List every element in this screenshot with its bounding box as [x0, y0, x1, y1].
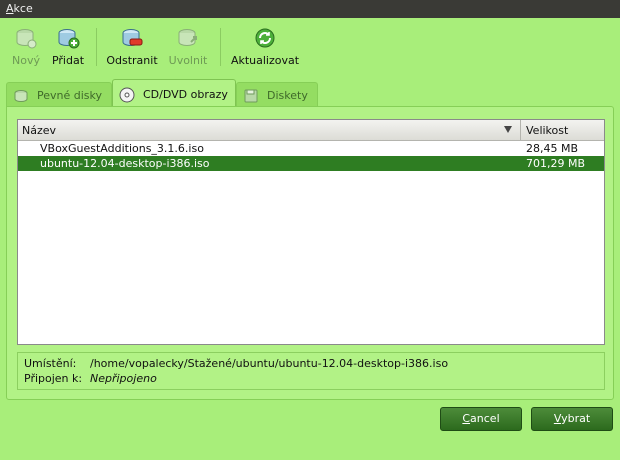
tab-hard-disks-label: Pevné disky — [37, 89, 103, 102]
new-label: Nový — [12, 54, 40, 67]
row-name: ubuntu-12.04-desktop-i386.iso — [40, 157, 210, 170]
release-disk-icon — [178, 29, 197, 47]
tab-floppy-disks-label: Diskety — [267, 89, 308, 102]
hard-disk-icon — [14, 90, 28, 103]
attached-key: Připojen k: — [24, 372, 83, 385]
toolbar-separator — [96, 28, 97, 66]
remove-label: Odstranit — [106, 54, 158, 67]
list-row[interactable]: VBoxGuestAdditions_3.1.6.iso 28,45 MB — [18, 141, 604, 156]
column-divider[interactable] — [520, 120, 521, 140]
location-value: /home/vopalecky/Stažené/ubuntu/ubuntu-12… — [90, 357, 449, 370]
optical-disc-icon — [119, 87, 135, 103]
add-label: Přidat — [51, 54, 85, 67]
tab-panel: Název Velikost VBoxGuestAdditions_3.1.6.… — [6, 106, 614, 400]
column-header-size[interactable]: Velikost — [526, 124, 568, 137]
new-disk-icon — [16, 29, 37, 49]
toolbar-separator — [220, 28, 221, 66]
tab-hard-disks[interactable]: Pevné disky — [6, 82, 112, 107]
image-list[interactable]: Název Velikost VBoxGuestAdditions_3.1.6.… — [17, 119, 605, 345]
remove-disk-icon — [122, 29, 143, 47]
tab-floppy-disks[interactable]: Diskety — [236, 82, 318, 107]
menubar: Akce — [0, 0, 620, 18]
tab-cd-dvd-images[interactable]: CD/DVD obrazy — [112, 79, 236, 108]
release-label: Uvolnit — [168, 54, 208, 67]
refresh-label: Aktualizovat — [230, 54, 300, 67]
new-button[interactable]: Nový — [8, 26, 44, 72]
row-size: 28,45 MB — [526, 142, 579, 155]
info-box: Umístění: /home/vopalecky/Stažené/ubuntu… — [17, 352, 605, 390]
row-name: VBoxGuestAdditions_3.1.6.iso — [40, 142, 204, 155]
remove-button[interactable]: Odstranit — [104, 26, 160, 72]
add-disk-icon — [58, 29, 80, 49]
menu-actions[interactable]: Akce — [6, 2, 33, 15]
list-row-selected[interactable]: ubuntu-12.04-desktop-i386.iso 701,29 MB — [18, 156, 604, 171]
add-button[interactable]: Přidat — [48, 26, 88, 72]
cancel-button[interactable]: Cancel — [440, 407, 522, 431]
column-header-name[interactable]: Název — [22, 124, 56, 137]
floppy-disk-icon — [244, 89, 258, 103]
toolbar: Nový Přidat Odstranit Uvolnit Aktualizov… — [0, 18, 620, 74]
select-button[interactable]: Vybrat — [531, 407, 613, 431]
list-header: Název Velikost — [18, 120, 604, 141]
sort-descending-icon[interactable] — [504, 126, 512, 133]
refresh-button[interactable]: Aktualizovat — [228, 26, 302, 72]
location-key: Umístění: — [24, 357, 77, 370]
refresh-icon — [255, 28, 275, 48]
row-size: 701,29 MB — [526, 157, 586, 170]
tab-cd-dvd-images-label: CD/DVD obrazy — [143, 88, 228, 101]
attached-value: Nepřipojeno — [90, 372, 157, 385]
release-button[interactable]: Uvolnit — [166, 26, 210, 72]
